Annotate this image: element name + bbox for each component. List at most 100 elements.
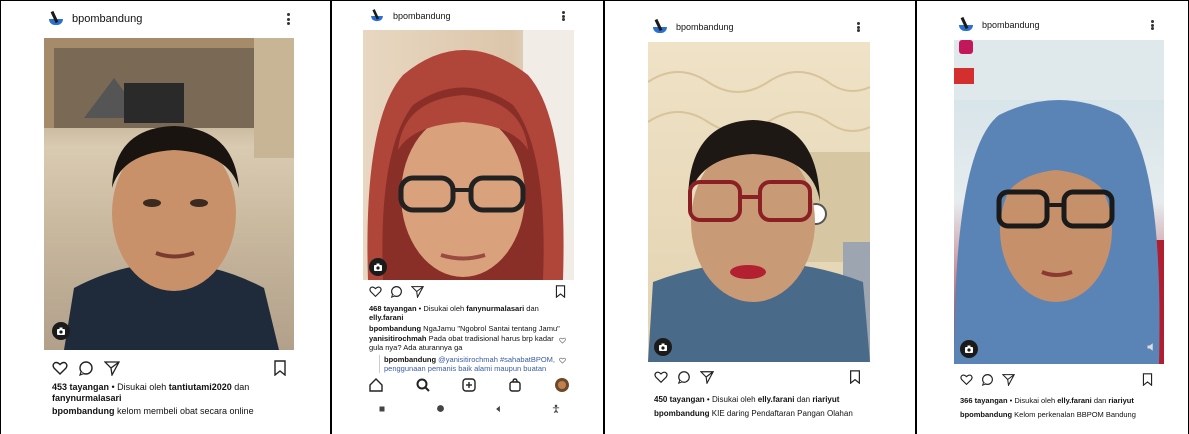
liked-and: dan	[1091, 396, 1109, 405]
post-header: bpombandung	[36, 8, 302, 30]
liked-and: dan	[794, 395, 813, 404]
username[interactable]: bpombandung	[393, 11, 451, 21]
more-vert-icon[interactable]	[287, 13, 290, 25]
caption: bpombandung KIE daring Pendaftaran Panga…	[654, 408, 876, 419]
comment-user[interactable]: yanisitirochmah	[369, 334, 427, 343]
volume-icon[interactable]	[1146, 340, 1158, 358]
person-illustration	[44, 38, 294, 350]
liker-2[interactable]: riariyut	[812, 395, 839, 404]
liked-prefix: • Disukai oleh	[109, 382, 169, 392]
caption-text: kelom membeli obat secara online	[114, 406, 254, 416]
post-header: bpombandung	[640, 16, 880, 38]
username[interactable]: bpombandung	[676, 22, 734, 32]
reply-user[interactable]: bpombandung	[384, 355, 436, 364]
accessibility-icon[interactable]	[551, 401, 561, 419]
send-icon[interactable]	[103, 360, 121, 381]
caption-text: Kelom perkenalan BBPOM Bandung	[1012, 410, 1136, 419]
shop-icon[interactable]	[507, 377, 523, 398]
liker-1[interactable]: tantiutami2020	[169, 382, 232, 392]
send-icon[interactable]	[699, 370, 715, 389]
action-bar	[944, 373, 1170, 391]
liked-prefix: • Disukai oleh	[416, 304, 467, 313]
video-frame[interactable]	[44, 38, 294, 350]
likes-summary: 366 tayangan • Disukai oleh elly.farani …	[960, 396, 1166, 405]
video-frame[interactable]	[648, 42, 870, 362]
search-icon[interactable]	[415, 377, 431, 398]
caption-user[interactable]: bpombandung	[654, 409, 710, 418]
liker-1[interactable]: elly.farani	[758, 395, 795, 404]
heart-icon[interactable]	[52, 360, 68, 381]
comment-icon[interactable]	[981, 373, 994, 391]
username[interactable]: bpombandung	[982, 20, 1040, 30]
home-icon[interactable]	[368, 377, 384, 398]
caption: bpombandung kelom membeli obat secara on…	[52, 406, 292, 417]
bottom-nav	[353, 376, 585, 398]
send-icon[interactable]	[1001, 373, 1016, 391]
liker-1[interactable]: elly.farani	[1057, 396, 1091, 405]
caption-user[interactable]: bpombandung	[960, 410, 1012, 419]
comment-like-icon[interactable]	[559, 337, 566, 344]
bpom-logo[interactable]	[958, 16, 974, 33]
camera-icon[interactable]	[654, 338, 672, 356]
heart-icon[interactable]	[960, 373, 973, 391]
post-3: bpombandung 450 tayangan • Disukai oleh …	[640, 0, 880, 434]
comment-icon[interactable]	[677, 370, 691, 389]
camera-icon[interactable]	[52, 322, 70, 340]
post-header: bpombandung	[353, 6, 585, 26]
comment-icon[interactable]	[390, 285, 403, 303]
more-vert-icon[interactable]	[857, 22, 860, 32]
liker-2[interactable]: riariyut	[1108, 396, 1133, 405]
recents-icon[interactable]	[377, 401, 387, 419]
video-frame[interactable]	[363, 30, 574, 280]
liker-1[interactable]: fanynurmalasari	[466, 304, 524, 313]
add-icon[interactable]	[461, 377, 477, 398]
back-icon[interactable]	[493, 401, 503, 419]
post-2: bpombandung 468 tayangan • Disukai oleh …	[353, 0, 585, 434]
system-nav	[353, 402, 585, 418]
more-vert-icon[interactable]	[1151, 20, 1154, 30]
post-header: bpombandung	[944, 14, 1170, 36]
caption-user[interactable]: bpombandung	[369, 324, 421, 333]
more-vert-icon[interactable]	[562, 11, 565, 21]
action-bar	[353, 285, 585, 303]
bookmark-icon[interactable]	[554, 285, 567, 303]
heart-icon[interactable]	[369, 285, 382, 303]
bookmark-icon[interactable]	[1141, 373, 1154, 391]
caption-user[interactable]: bpombandung	[52, 406, 115, 416]
send-icon[interactable]	[410, 285, 425, 303]
likes-summary: 453 tayangan • Disukai oleh tantiutami20…	[52, 382, 282, 404]
action-bar	[36, 360, 302, 378]
heart-icon[interactable]	[654, 370, 668, 389]
username[interactable]: bpombandung	[72, 13, 142, 25]
likes-summary: 468 tayangan • Disukai oleh fanynurmalas…	[369, 304, 569, 322]
bpom-logo[interactable]	[370, 9, 384, 23]
home-button-icon[interactable]	[435, 401, 446, 419]
caption-text: NgaJamu "Ngobrol Santai tentang Jamu"	[421, 324, 560, 333]
liked-and: dan	[231, 382, 250, 392]
view-count: 450 tayangan	[654, 395, 705, 404]
post-4: bpombandung 366 tayangan • Disukai oleh …	[944, 0, 1170, 434]
caption: bpombandung Kelom perkenalan BBPOM Bandu…	[960, 410, 1166, 419]
bpom-logo[interactable]	[652, 18, 668, 35]
likes-summary: 450 tayangan • Disukai oleh elly.farani …	[654, 394, 876, 405]
video-frame[interactable]	[954, 40, 1164, 364]
view-count: 468 tayangan	[369, 304, 417, 313]
comment-reply: bpombandung @yanisitirochmah #sahabatBPO…	[379, 355, 559, 373]
person-illustration	[648, 71, 870, 362]
camera-icon[interactable]	[960, 340, 978, 358]
reply-like-icon[interactable]	[559, 357, 566, 364]
caption: bpombandung NgaJamu "Ngobrol Santai tent…	[369, 324, 569, 333]
bookmark-icon[interactable]	[272, 360, 288, 381]
caption-text: KIE daring Pendaftaran Pangan Olahan	[709, 409, 853, 418]
comment-icon[interactable]	[78, 360, 94, 381]
bpom-logo[interactable]	[48, 10, 64, 27]
bookmark-icon[interactable]	[848, 370, 862, 389]
liker-2[interactable]: fanynurmalasari	[52, 393, 122, 403]
person-illustration	[367, 30, 574, 280]
liker-2[interactable]: elly.farani	[369, 313, 403, 322]
comment-1: yanisitirochmah Pada obat tradisional ha…	[369, 334, 559, 352]
view-count: 366 tayangan	[960, 396, 1008, 405]
liked-and: dan	[524, 304, 539, 313]
camera-icon[interactable]	[369, 258, 387, 276]
profile-icon[interactable]	[554, 377, 570, 398]
